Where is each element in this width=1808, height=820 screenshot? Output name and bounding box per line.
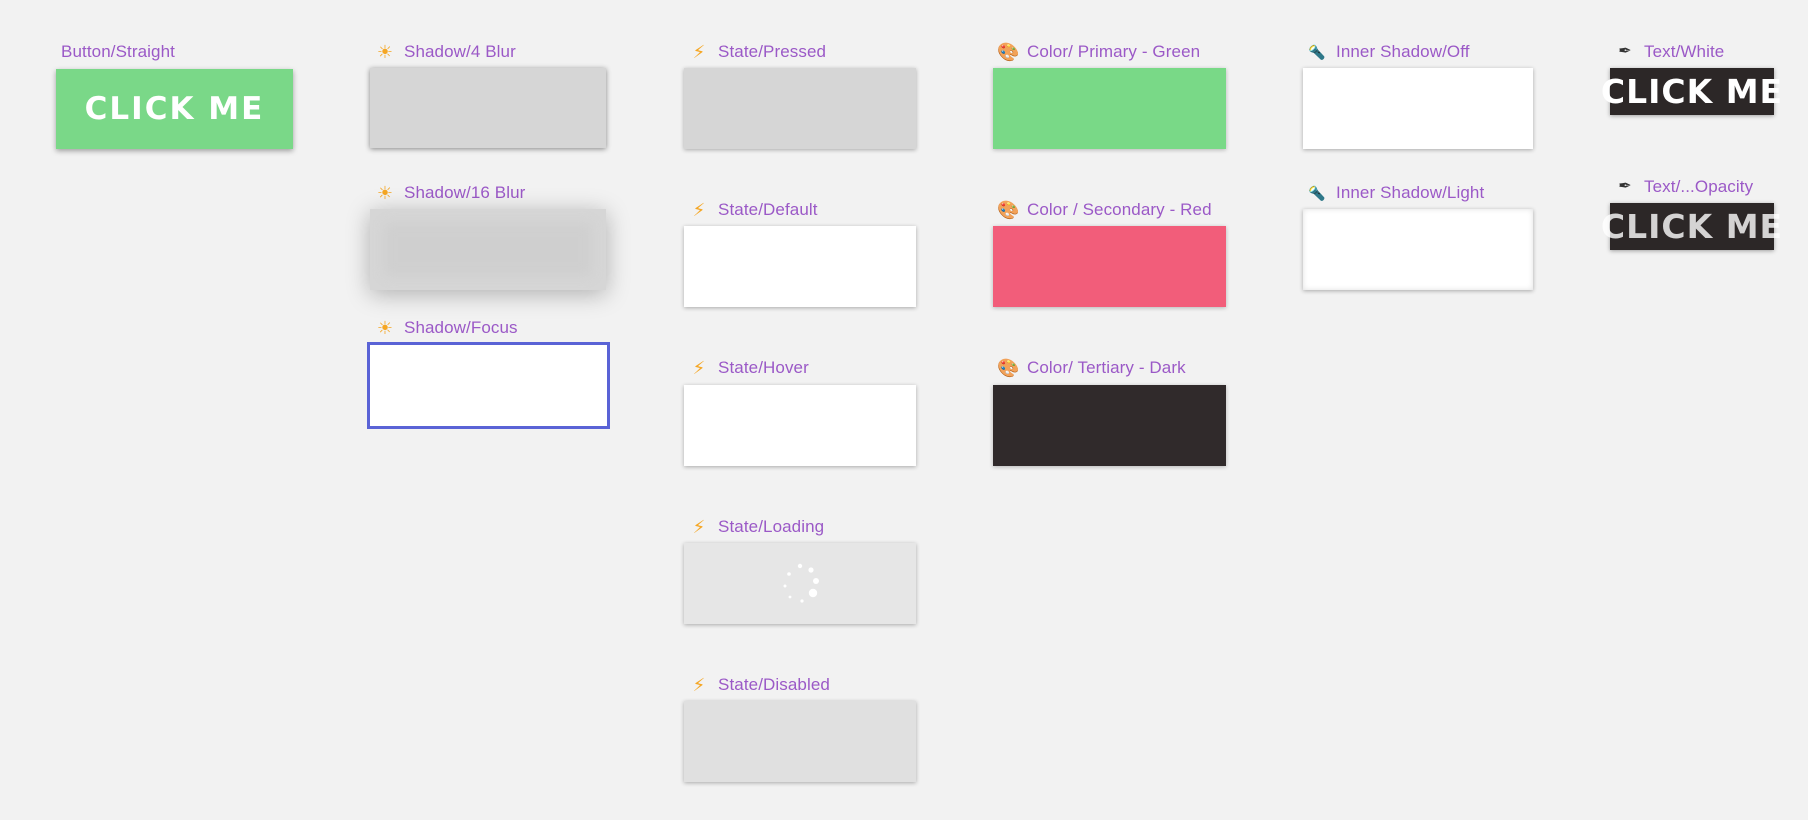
lightning-icon: ⚡	[692, 517, 706, 537]
inner-shadow-off-label-text: Inner Shadow/Off	[1336, 42, 1470, 61]
inner-shadow-light-label: 🔦 Inner Shadow/Light	[1306, 183, 1484, 203]
shadow-4-blur-label: ☀ Shadow/4 Blur	[374, 42, 516, 62]
text-opacity-label: ✒ Text/...Opacity	[1614, 177, 1753, 197]
color-tertiary-dark-swatch[interactable]	[993, 385, 1226, 466]
lightning-icon: ⚡	[692, 358, 706, 378]
lightning-icon: ⚡	[692, 675, 706, 695]
lightning-icon: ⚡	[692, 200, 706, 220]
state-hover-swatch[interactable]	[684, 385, 916, 466]
sun-icon: ☀	[376, 42, 394, 62]
state-hover-label-text: State/Hover	[718, 358, 809, 377]
state-loading-label: ⚡ State/Loading	[688, 517, 825, 537]
pen-icon: ✒	[1618, 43, 1632, 60]
sun-icon: ☀	[376, 318, 394, 338]
color-tertiary-label-text: Color/ Tertiary - Dark	[1027, 358, 1186, 377]
state-disabled-label-text: State/Disabled	[718, 675, 830, 694]
lightning-icon: ⚡	[692, 42, 706, 62]
pen-icon: ✒	[1618, 178, 1632, 195]
text-opacity-label-text: Text/...Opacity	[1644, 177, 1754, 196]
click-me-button-text: CLICK ME	[84, 91, 265, 127]
color-primary-label: 🎨 Color/ Primary - Green	[997, 42, 1200, 62]
text-white-sample: CLICK ME	[1601, 68, 1782, 115]
palette-icon: 🎨	[997, 358, 1020, 378]
text-opacity-sample-text: CLICK ME	[1600, 207, 1784, 246]
blur-overlay	[384, 223, 592, 276]
shadow-focus-swatch[interactable]	[367, 342, 610, 429]
sun-icon: ☀	[376, 183, 394, 203]
state-disabled-swatch[interactable]	[684, 701, 916, 782]
state-pressed-swatch[interactable]	[684, 68, 916, 149]
palette-icon: 🎨	[997, 42, 1020, 62]
state-default-label-text: State/Default	[718, 200, 818, 219]
shadow-4-blur-swatch[interactable]	[370, 68, 606, 148]
color-primary-green-swatch[interactable]	[993, 68, 1226, 149]
click-me-button[interactable]: CLICK ME	[56, 69, 293, 149]
shadow-4-blur-label-text: Shadow/4 Blur	[404, 42, 516, 61]
inner-shadow-light-label-text: Inner Shadow/Light	[1336, 183, 1485, 202]
inner-shadow-off-swatch[interactable]	[1303, 68, 1533, 149]
state-pressed-label-text: State/Pressed	[718, 42, 827, 61]
palette-icon: 🎨	[997, 200, 1020, 220]
button-straight-label-text: Button/Straight	[61, 42, 175, 61]
text-white-label-text: Text/White	[1644, 42, 1725, 61]
state-default-swatch[interactable]	[684, 226, 916, 307]
shadow-16-blur-swatch[interactable]	[370, 209, 606, 290]
button-straight-label: Button/Straight	[61, 42, 175, 62]
state-hover-label: ⚡ State/Hover	[688, 358, 809, 378]
color-secondary-red-swatch[interactable]	[993, 226, 1226, 307]
flashlight-icon: 🔦	[1308, 44, 1326, 60]
state-pressed-label: ⚡ State/Pressed	[688, 42, 826, 62]
shadow-16-blur-label-text: Shadow/16 Blur	[404, 183, 526, 202]
color-secondary-label: 🎨 Color / Secondary - Red	[997, 200, 1212, 220]
state-default-label: ⚡ State/Default	[688, 200, 818, 220]
shadow-focus-label: ☀ Shadow/Focus	[374, 318, 518, 338]
state-disabled-label: ⚡ State/Disabled	[688, 675, 830, 695]
flashlight-icon: 🔦	[1308, 185, 1326, 201]
inner-shadow-off-label: 🔦 Inner Shadow/Off	[1306, 42, 1470, 62]
state-loading-swatch[interactable]	[684, 543, 916, 624]
text-white-label: ✒ Text/White	[1614, 42, 1724, 62]
color-tertiary-label: 🎨 Color/ Tertiary - Dark	[997, 358, 1186, 378]
color-primary-label-text: Color/ Primary - Green	[1027, 42, 1201, 61]
loading-spinner-icon	[783, 563, 819, 603]
shadow-16-blur-label: ☀ Shadow/16 Blur	[374, 183, 525, 203]
shadow-focus-label-text: Shadow/Focus	[404, 318, 518, 337]
text-opacity-sample: CLICK ME	[1601, 203, 1782, 250]
inner-shadow-light-swatch[interactable]	[1303, 209, 1533, 290]
color-secondary-label-text: Color / Secondary - Red	[1027, 200, 1212, 219]
state-loading-label-text: State/Loading	[718, 517, 825, 536]
text-white-sample-text: CLICK ME	[1600, 72, 1784, 111]
